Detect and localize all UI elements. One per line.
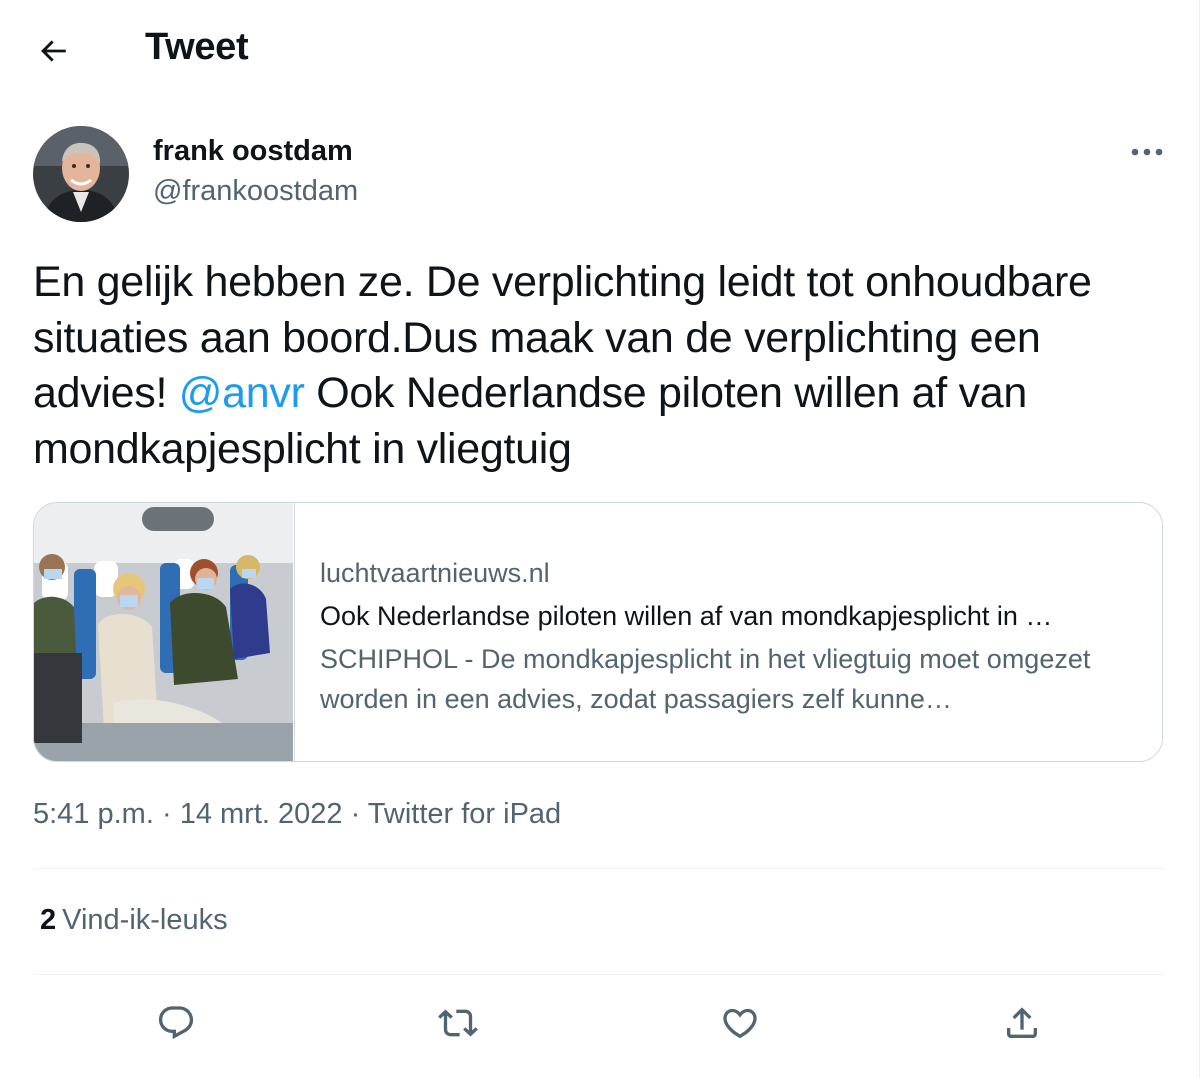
share-icon xyxy=(1007,1007,1037,1038)
reply-button[interactable] xyxy=(151,998,201,1048)
like-icon xyxy=(723,1008,757,1039)
arrow-left-icon xyxy=(41,40,66,62)
meta-separator: · xyxy=(153,798,180,830)
likes-count: 2 xyxy=(40,904,57,936)
page-header: Tweet xyxy=(0,0,1199,100)
author-name[interactable]: frank oostdam xyxy=(153,135,353,168)
tweet-source[interactable]: Twitter for iPad xyxy=(368,798,561,830)
likes-count-link[interactable]: 2 Vind-ik-leuks xyxy=(40,904,228,937)
meta-separator: · xyxy=(342,798,368,830)
more-options-button[interactable] xyxy=(1122,136,1172,168)
card-image xyxy=(34,503,295,761)
retweet-button[interactable] xyxy=(433,998,483,1048)
link-preview-card[interactable]: luchtvaartnieuws.nl Ook Nederlandse pilo… xyxy=(33,502,1163,762)
author-handle[interactable]: @frankoostdam xyxy=(153,175,358,208)
retweet-icon xyxy=(438,1009,478,1037)
divider xyxy=(33,868,1164,869)
tweet-time[interactable]: 5:41 p.m. xyxy=(33,798,154,830)
avatar[interactable] xyxy=(33,126,129,222)
card-body: luchtvaartnieuws.nl Ook Nederlandse pilo… xyxy=(320,553,1140,719)
card-domain: luchtvaartnieuws.nl xyxy=(320,558,550,588)
share-button[interactable] xyxy=(997,998,1047,1048)
divider xyxy=(33,974,1164,975)
tweet-date[interactable]: 14 mrt. 2022 xyxy=(180,798,343,830)
avatar-photo xyxy=(33,126,129,222)
like-button[interactable] xyxy=(715,998,765,1048)
back-button[interactable] xyxy=(30,28,76,74)
tweet-text: En gelijk hebben ze. De verplichting lei… xyxy=(33,255,1163,477)
tweet-metadata: 5:41 p.m. · 14 mrt. 2022 · Twitter for i… xyxy=(33,798,561,831)
reply-icon xyxy=(158,1006,194,1040)
card-description: SCHIPHOL - De mondkapjesplicht in het vl… xyxy=(320,644,1091,714)
card-title: Ook Nederlandse piloten willen af van mo… xyxy=(320,601,1053,631)
mention-link[interactable]: @anvr xyxy=(179,369,305,417)
likes-label: Vind-ik-leuks xyxy=(62,904,228,936)
more-horizontal-icon xyxy=(1131,148,1163,156)
page-title: Tweet xyxy=(145,26,249,68)
